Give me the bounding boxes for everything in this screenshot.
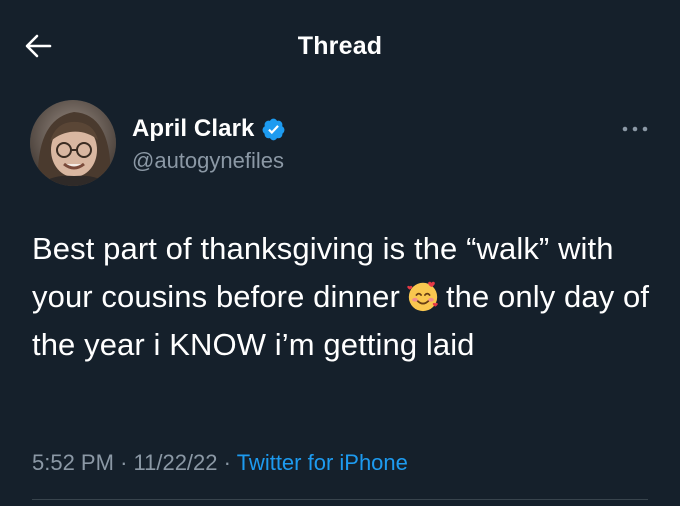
verified-badge-icon <box>263 118 285 140</box>
tweet-author: April Clark @autogynefiles <box>30 100 650 190</box>
meta-separator: · <box>120 450 128 475</box>
tweet-time: 5:52 PM <box>32 450 114 475</box>
page-title: Thread <box>297 32 383 60</box>
tweet-date: 11/22/22 <box>133 450 218 475</box>
smiling-face-with-hearts-icon <box>407 281 438 312</box>
meta-separator: · <box>223 450 231 475</box>
tweet-source-link[interactable]: Twitter for iPhone <box>237 450 408 475</box>
tweet-text: Best part of thanksgiving is the “walk” … <box>32 225 652 369</box>
more-options-icon <box>622 126 648 132</box>
avatar[interactable] <box>30 100 116 186</box>
more-options-button[interactable] <box>620 122 650 136</box>
author-handle[interactable]: @autogynefiles <box>132 148 284 174</box>
divider <box>32 499 648 500</box>
top-bar: Thread <box>0 0 680 92</box>
author-name[interactable]: April Clark <box>132 115 254 143</box>
tweet-meta: 5:52 PM · 11/22/22 · Twitter for iPhone <box>32 450 408 476</box>
